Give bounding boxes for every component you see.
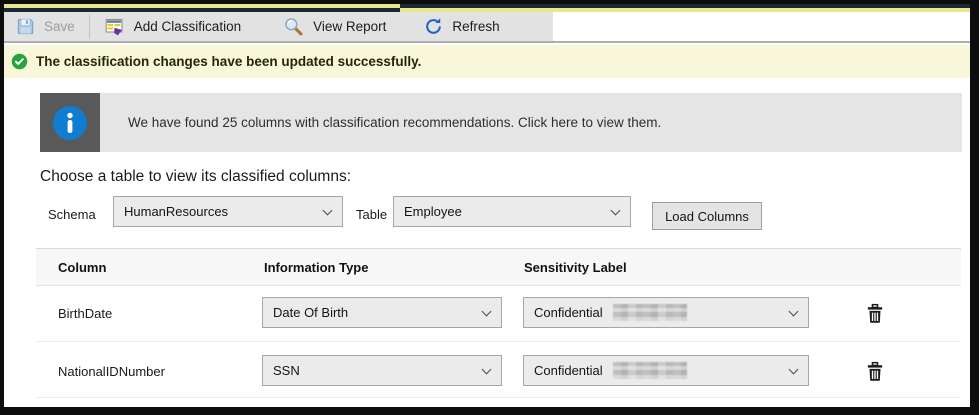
row-divider — [36, 341, 961, 342]
status-message: The classification changes have been upd… — [36, 54, 421, 69]
save-icon — [16, 17, 35, 36]
information-type-dropdown[interactable]: Date Of Birth — [262, 297, 502, 328]
refresh-label: Refresh — [452, 19, 499, 34]
sensitivity-label-dropdown[interactable]: Confidential — [523, 297, 809, 328]
column-name: NationalIDNumber — [58, 364, 165, 379]
chevron-down-icon — [482, 365, 492, 375]
toolbar: Save Add Classification — [4, 12, 970, 43]
redacted-text-blur — [613, 362, 687, 379]
choose-table-heading: Choose a table to view its classified co… — [40, 168, 351, 186]
chevron-down-icon — [482, 307, 492, 317]
schema-dropdown[interactable]: HumanResources — [113, 196, 343, 227]
add-classification-button[interactable]: Add Classification — [92, 12, 253, 41]
redacted-text-blur — [613, 304, 687, 321]
schema-value: HumanResources — [124, 204, 228, 219]
save-button[interactable]: Save — [4, 12, 87, 41]
row-divider — [36, 285, 961, 286]
recommendations-banner-bar: We have found 25 columns with classifica… — [100, 93, 962, 152]
refresh-button[interactable]: Refresh — [412, 12, 511, 41]
save-label: Save — [44, 19, 75, 34]
chevron-down-icon — [323, 206, 333, 216]
column-name: BirthDate — [58, 306, 112, 321]
refresh-icon — [424, 17, 443, 36]
view-report-button[interactable]: View Report — [271, 12, 398, 41]
information-type-header: Information Type — [264, 260, 368, 275]
table-value: Employee — [404, 204, 462, 219]
info-icon — [52, 105, 88, 141]
chevron-down-icon — [789, 365, 799, 375]
load-columns-button[interactable]: Load Columns — [652, 202, 762, 230]
toolbar-separator — [89, 15, 90, 39]
view-report-icon — [283, 16, 304, 37]
status-bar: The classification changes have been upd… — [4, 45, 970, 78]
sensitivity-label-dropdown[interactable]: Confidential — [523, 355, 809, 386]
table-header-row: Column Information Type Sensitivity Labe… — [36, 248, 961, 285]
add-classification-icon — [104, 17, 125, 37]
schema-label: Schema — [48, 207, 96, 222]
recommendations-banner[interactable]: We have found 25 columns with classifica… — [40, 93, 962, 152]
data-classification-pane: Save Add Classification — [0, 0, 979, 415]
information-type-value: Date Of Birth — [273, 305, 348, 320]
chevron-down-icon — [789, 307, 799, 317]
check-circle-icon — [11, 53, 28, 70]
information-type-dropdown[interactable]: SSN — [262, 355, 502, 386]
chevron-down-icon — [611, 206, 621, 216]
sensitivity-label-value: Confidential — [534, 305, 603, 320]
column-header: Column — [58, 260, 106, 275]
sensitivity-label-value: Confidential — [534, 363, 603, 378]
table-dropdown[interactable]: Employee — [393, 196, 631, 227]
row-divider — [36, 397, 961, 398]
table-label: Table — [356, 207, 387, 222]
info-icon-square — [40, 93, 100, 152]
sensitivity-label-header: Sensitivity Label — [524, 260, 627, 275]
view-report-label: View Report — [313, 19, 386, 34]
information-type-value: SSN — [273, 363, 300, 378]
add-classification-label: Add Classification — [134, 19, 241, 34]
delete-row-button[interactable] — [864, 361, 886, 383]
delete-row-button[interactable] — [864, 303, 886, 325]
recommendations-message: We have found 25 columns with classifica… — [128, 115, 661, 130]
